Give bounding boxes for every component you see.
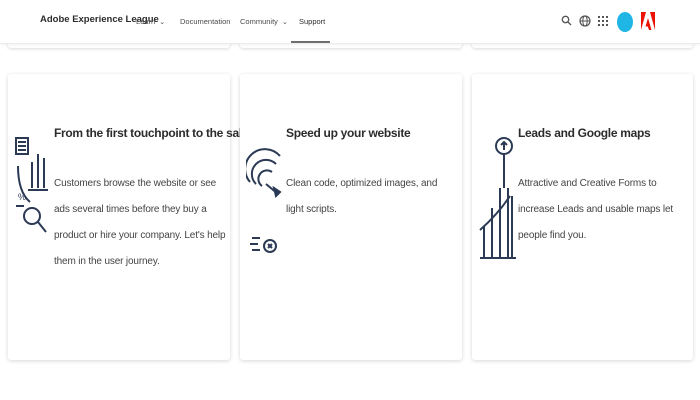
svg-text:%: % [18, 192, 26, 202]
user-avatar[interactable] [617, 12, 633, 32]
nav-community[interactable]: Community ⌄ [240, 17, 288, 26]
feature-card: Leads and Google maps Attractive and Cre… [472, 74, 693, 360]
growth-chart-icon [478, 134, 518, 269]
card-title: From the first touchpoint to the sale [54, 126, 249, 140]
card-description: Attractive and Creative Forms to increas… [518, 178, 674, 241]
top-navigation-bar: Adobe Experience League Learn ⌄ Documenta… [0, 0, 700, 44]
card-description: Customers browse the website or see ads … [54, 178, 226, 267]
card-title: Speed up your website [286, 126, 411, 140]
analytics-icon: % [14, 132, 50, 265]
nav-support[interactable]: Support [299, 17, 325, 26]
speedometer-icon [244, 136, 282, 269]
nav-support-label: Support [299, 17, 326, 26]
nav-documentation-label: Documentation [180, 17, 231, 26]
nav-community-label: Community [240, 17, 278, 26]
nav-learn-label: Learn [136, 17, 156, 26]
active-tab-underline [291, 41, 330, 43]
chevron-down-icon: ⌄ [159, 19, 166, 26]
globe-icon[interactable] [578, 14, 592, 28]
feature-card: Speed up your website Clean code, optimi… [240, 74, 462, 360]
feature-card: % From the first touchpoint to the sale … [8, 74, 249, 360]
search-icon[interactable] [560, 14, 574, 28]
nav-learn[interactable]: Learn ⌄ [136, 17, 165, 26]
card-title: Leads and Google maps [518, 126, 651, 140]
nav-documentation[interactable]: Documentation [180, 17, 230, 26]
chevron-down-icon: ⌄ [281, 19, 288, 26]
adobe-logo[interactable] [641, 12, 655, 30]
apps-grid-icon[interactable] [596, 14, 610, 28]
card-description: Clean code, optimized images, and light … [286, 178, 438, 215]
